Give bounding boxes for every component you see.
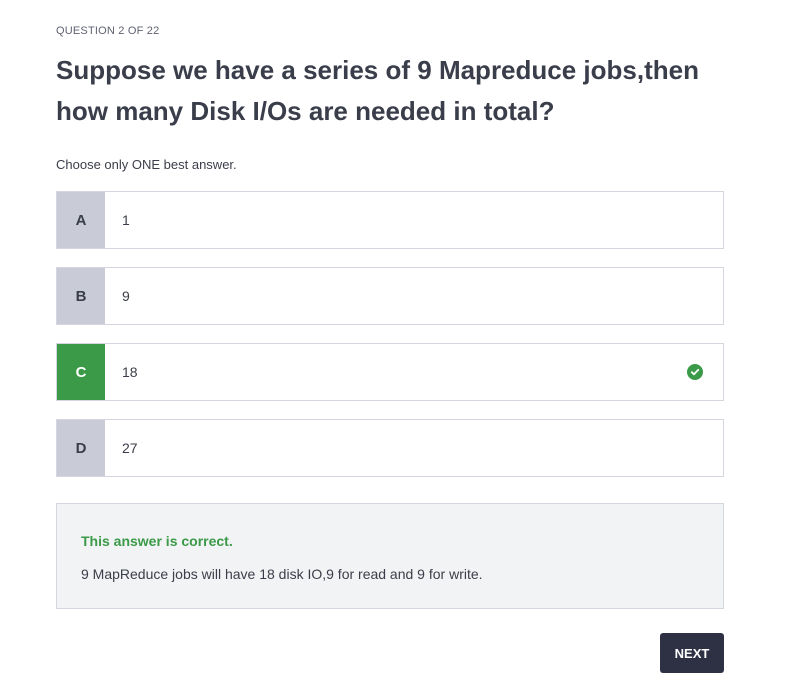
option-text: 9 [122, 288, 130, 304]
option-text: 27 [122, 440, 138, 456]
option-a[interactable]: A 1 [56, 191, 724, 249]
option-letter: B [57, 268, 105, 324]
check-circle-icon [687, 364, 703, 380]
question-counter: QUESTION 2 OF 22 [56, 25, 160, 37]
next-button[interactable]: NEXT [660, 633, 724, 673]
feedback-title: This answer is correct. [81, 533, 233, 549]
option-letter: D [57, 420, 105, 476]
answer-options: A 1 B 9 C 18 D 27 [56, 191, 724, 495]
feedback-explanation: 9 MapReduce jobs will have 18 disk IO,9 … [81, 566, 483, 582]
feedback-panel: This answer is correct. 9 MapReduce jobs… [56, 503, 724, 609]
option-text: 18 [122, 364, 138, 380]
option-d[interactable]: D 27 [56, 419, 724, 477]
option-c[interactable]: C 18 [56, 343, 724, 401]
question-text: Suppose we have a series of 9 Mapreduce … [56, 55, 699, 126]
option-letter: C [57, 344, 105, 400]
option-text: 1 [122, 212, 130, 228]
option-b[interactable]: B 9 [56, 267, 724, 325]
answer-instruction: Choose only ONE best answer. [56, 157, 237, 172]
option-letter: A [57, 192, 105, 248]
